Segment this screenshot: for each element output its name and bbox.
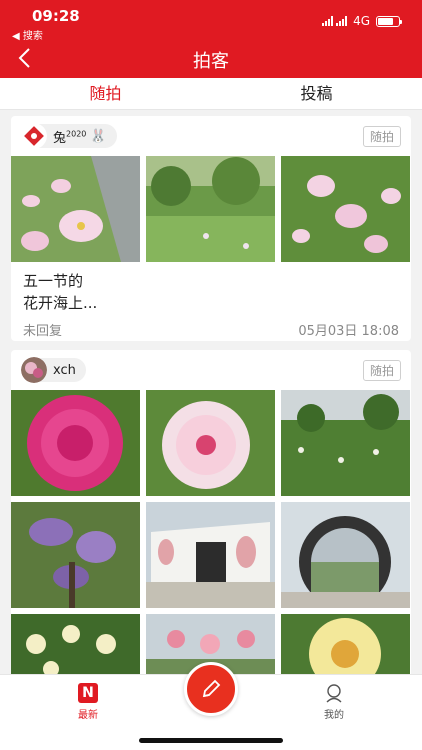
user-icon (326, 684, 342, 703)
home-indicator (139, 738, 283, 743)
photo-thumbnail[interactable] (281, 390, 410, 496)
compose-button[interactable] (184, 662, 238, 716)
photo-thumbnail[interactable] (281, 156, 410, 262)
pen-icon (202, 679, 221, 698)
photo-thumbnail[interactable] (11, 614, 140, 674)
status-indicators: 4G (322, 14, 402, 28)
news-logo-icon: N (78, 683, 98, 703)
photo-thumbnail[interactable] (146, 390, 275, 496)
battery-icon (376, 15, 402, 27)
post-feed[interactable]: 兔2020 🐰 随拍 五一节的 花开海上... 未回复 05月03日 18:08… (0, 110, 422, 674)
post-date: 05月03日 18:08 (298, 324, 399, 339)
nav-latest[interactable]: N 最新 (58, 683, 118, 721)
post-tag: 随拍 (362, 360, 401, 381)
reply-status: 未回复 (23, 324, 63, 339)
photo-thumbnail[interactable] (11, 390, 140, 496)
user-chip[interactable]: xch (21, 357, 86, 383)
photo-thumbnail[interactable] (11, 156, 140, 262)
nav-latest-label: 最新 (78, 710, 98, 721)
photo-grid (11, 156, 411, 262)
post-card[interactable]: xch 随拍 (11, 350, 411, 674)
avatar (21, 357, 47, 383)
network-type: 4G (353, 14, 370, 28)
photo-thumbnail[interactable] (11, 502, 140, 608)
status-back-app[interactable]: ◀ 搜索 (12, 27, 43, 42)
photo-thumbnail[interactable] (146, 156, 275, 262)
avatar (21, 123, 47, 149)
tab-snapshot[interactable]: 随拍 (0, 78, 211, 109)
photo-grid (11, 390, 411, 674)
rabbit-icon: 🐰 (90, 128, 107, 144)
page-title: 拍客 (193, 51, 229, 72)
user-chip[interactable]: 兔2020 🐰 (21, 123, 117, 149)
photo-thumbnail[interactable] (281, 614, 410, 674)
user-name: 兔2020 (53, 129, 87, 146)
post-tag: 随拍 (362, 126, 401, 147)
nav-mine-label: 我的 (324, 710, 344, 721)
post-card[interactable]: 兔2020 🐰 随拍 五一节的 花开海上... 未回复 05月03日 18:08 (11, 116, 411, 341)
post-text[interactable]: 五一节的 花开海上... (23, 270, 97, 314)
user-name: xch (53, 362, 76, 378)
signal-icon (322, 16, 348, 26)
photo-thumbnail[interactable] (281, 502, 410, 608)
tab-submission[interactable]: 投稿 (211, 78, 422, 109)
status-time: 09:28 (32, 7, 80, 25)
nav-mine[interactable]: 我的 (304, 683, 364, 721)
app-header: 09:28 ◀ 搜索 4G 拍客 (0, 0, 422, 78)
photo-thumbnail[interactable] (146, 502, 275, 608)
tab-bar: 随拍 投稿 (0, 78, 422, 110)
